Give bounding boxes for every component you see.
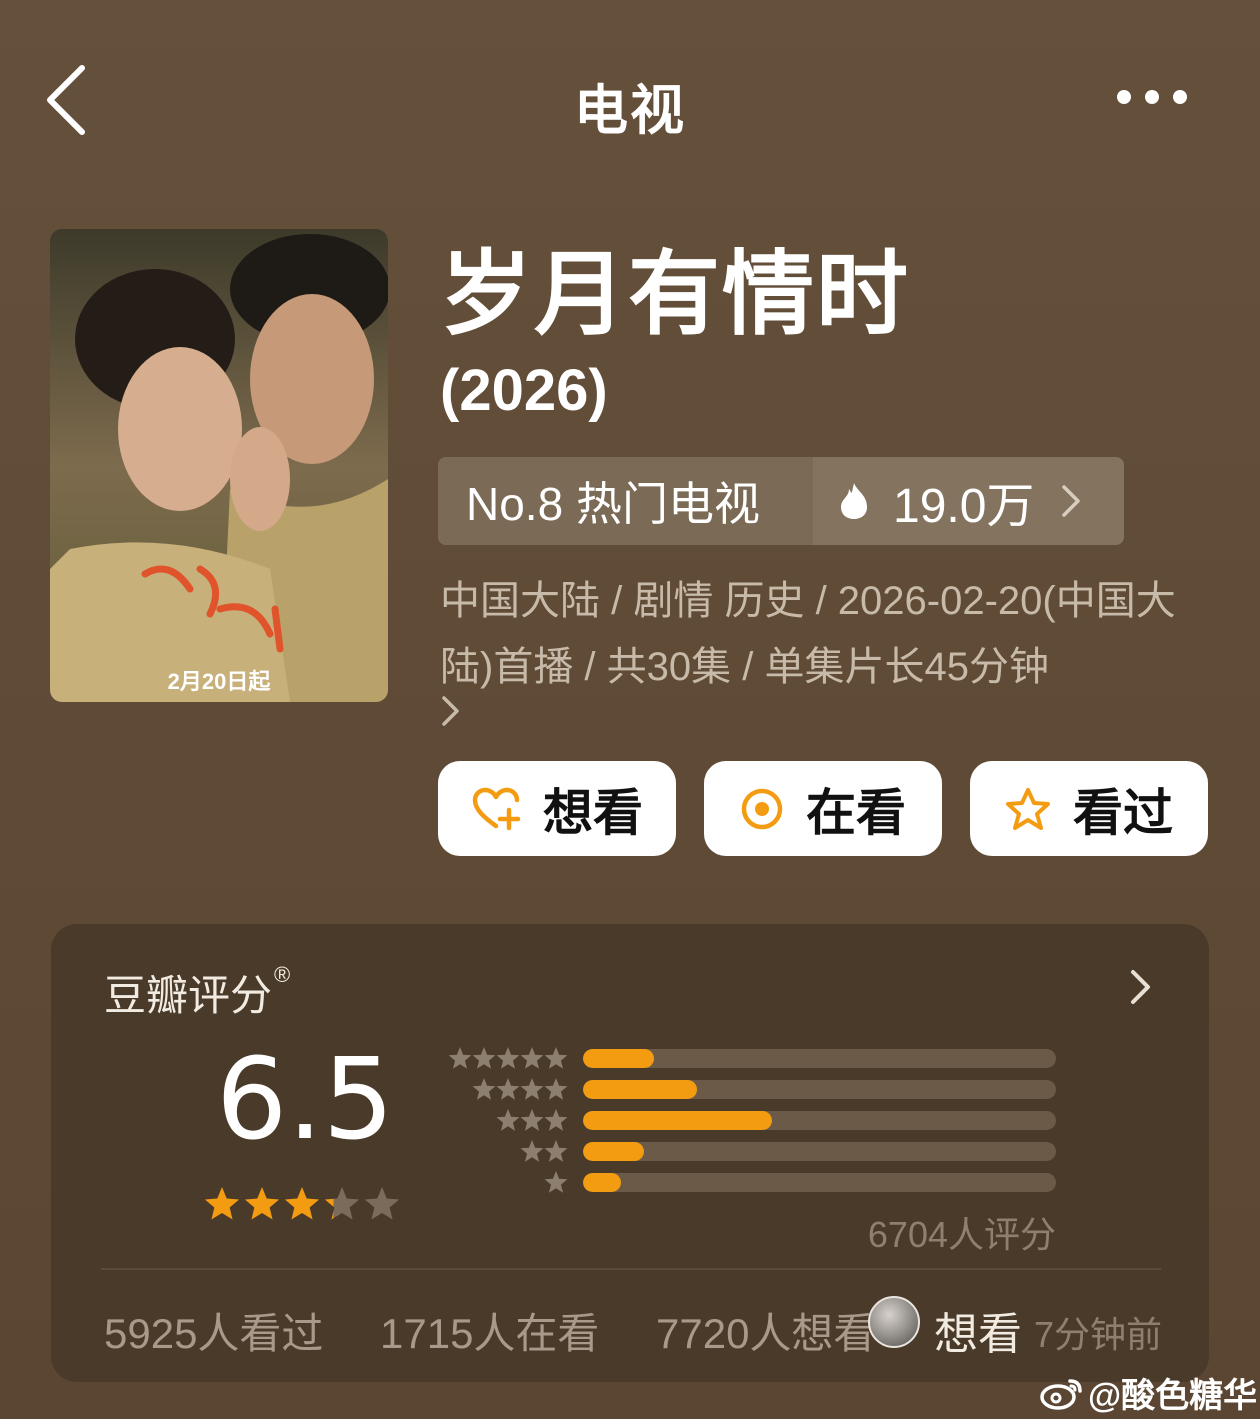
poster-artwork [50,229,388,702]
star-outline-icon [1006,787,1050,830]
dist-fill-2 [583,1142,645,1161]
avatar[interactable] [868,1296,920,1348]
dist-stars-5 [448,1047,568,1069]
rating-count: 6704人评分 [867,1214,1056,1255]
show-title: 岁月有情时 [440,244,911,346]
dist-star [520,1109,544,1131]
dist-fill-1 [583,1173,621,1192]
score-star-2 [244,1187,280,1220]
feed-time: 7分钟前 [1034,1314,1163,1355]
target-circle-icon [741,788,783,829]
stat-watching[interactable]: 1715人在看 [380,1300,599,1361]
score-star-5 [364,1187,400,1220]
watched-button[interactable]: 看过 [970,761,1208,856]
dist-star [448,1047,472,1069]
dist-fill-3 [583,1111,773,1130]
poster-date-caption: 2月20日起 [167,669,271,694]
heart-plus-icon [472,787,521,830]
watermark: @酸色糖华 [1040,1368,1257,1417]
feed-action: 想看 [934,1310,1022,1359]
dist-fill-4 [583,1080,697,1099]
dist-star [544,1140,568,1162]
more-options-icon[interactable] [1110,86,1194,108]
divider [101,1268,1161,1270]
registered-mark: ® [274,962,291,987]
dist-star [520,1078,544,1100]
rating-score: 6.5 [215,1035,395,1165]
dist-bar-2 [583,1142,1056,1161]
dist-bar-4 [583,1080,1056,1099]
meta-chevron-icon[interactable] [440,694,462,728]
rating-card-chevron-icon[interactable] [1128,967,1154,1007]
page-title: 电视 [574,81,686,141]
heat-value: 19.0万 [893,480,1035,533]
dist-star [520,1047,544,1069]
chevron-right-icon [1062,485,1081,517]
want-label: 想看 [543,784,643,841]
show-meta-info[interactable]: 中国大陆 / 剧情 历史 / 2026-02-20(中国大陆)首播 / 共30集… [440,568,1200,700]
dist-star [544,1171,568,1193]
want-to-watch-button[interactable]: 想看 [438,761,676,856]
flame-icon [841,483,867,519]
weibo-logo-icon [1040,1378,1082,1410]
dist-stars-4 [472,1078,568,1100]
score-star-1 [204,1187,240,1220]
watching-label: 在看 [806,784,906,841]
score-star-4 [324,1187,360,1220]
dist-star [544,1047,568,1069]
watched-label: 看过 [1073,784,1173,841]
dist-star [496,1047,520,1069]
dist-star [496,1078,520,1100]
rating-label-text: 豆瓣评分 [104,972,273,1019]
dist-star [496,1109,520,1131]
dist-bar-1 [583,1173,1056,1192]
stat-watched[interactable]: 5925人看过 [104,1300,323,1361]
score-stars [204,1187,400,1220]
dist-fill-5 [583,1049,654,1068]
dist-star [544,1078,568,1100]
rank-label: No.8 热门电视 [438,457,813,545]
dist-stars-2 [520,1140,568,1162]
dist-bar-5 [583,1049,1056,1068]
stat-want[interactable]: 7720人想看 [656,1300,875,1361]
dist-bar-3 [583,1111,1056,1130]
rating-source-label: 豆瓣评分® [104,962,290,1023]
watermark-text: @酸色糖华 [1088,1377,1258,1415]
dist-stars-1 [544,1171,568,1193]
dist-star [472,1047,496,1069]
score-star-3 [284,1187,320,1220]
dist-star [520,1140,544,1162]
dist-star [544,1109,568,1131]
rank-pill[interactable]: No.8 热门电视 19.0万 [438,457,1124,545]
dist-stars-3 [496,1109,568,1131]
show-year: (2026) [440,358,608,423]
dist-star [472,1078,496,1100]
watching-button[interactable]: 在看 [704,761,942,856]
show-poster[interactable]: 2月20日起 [50,229,388,702]
